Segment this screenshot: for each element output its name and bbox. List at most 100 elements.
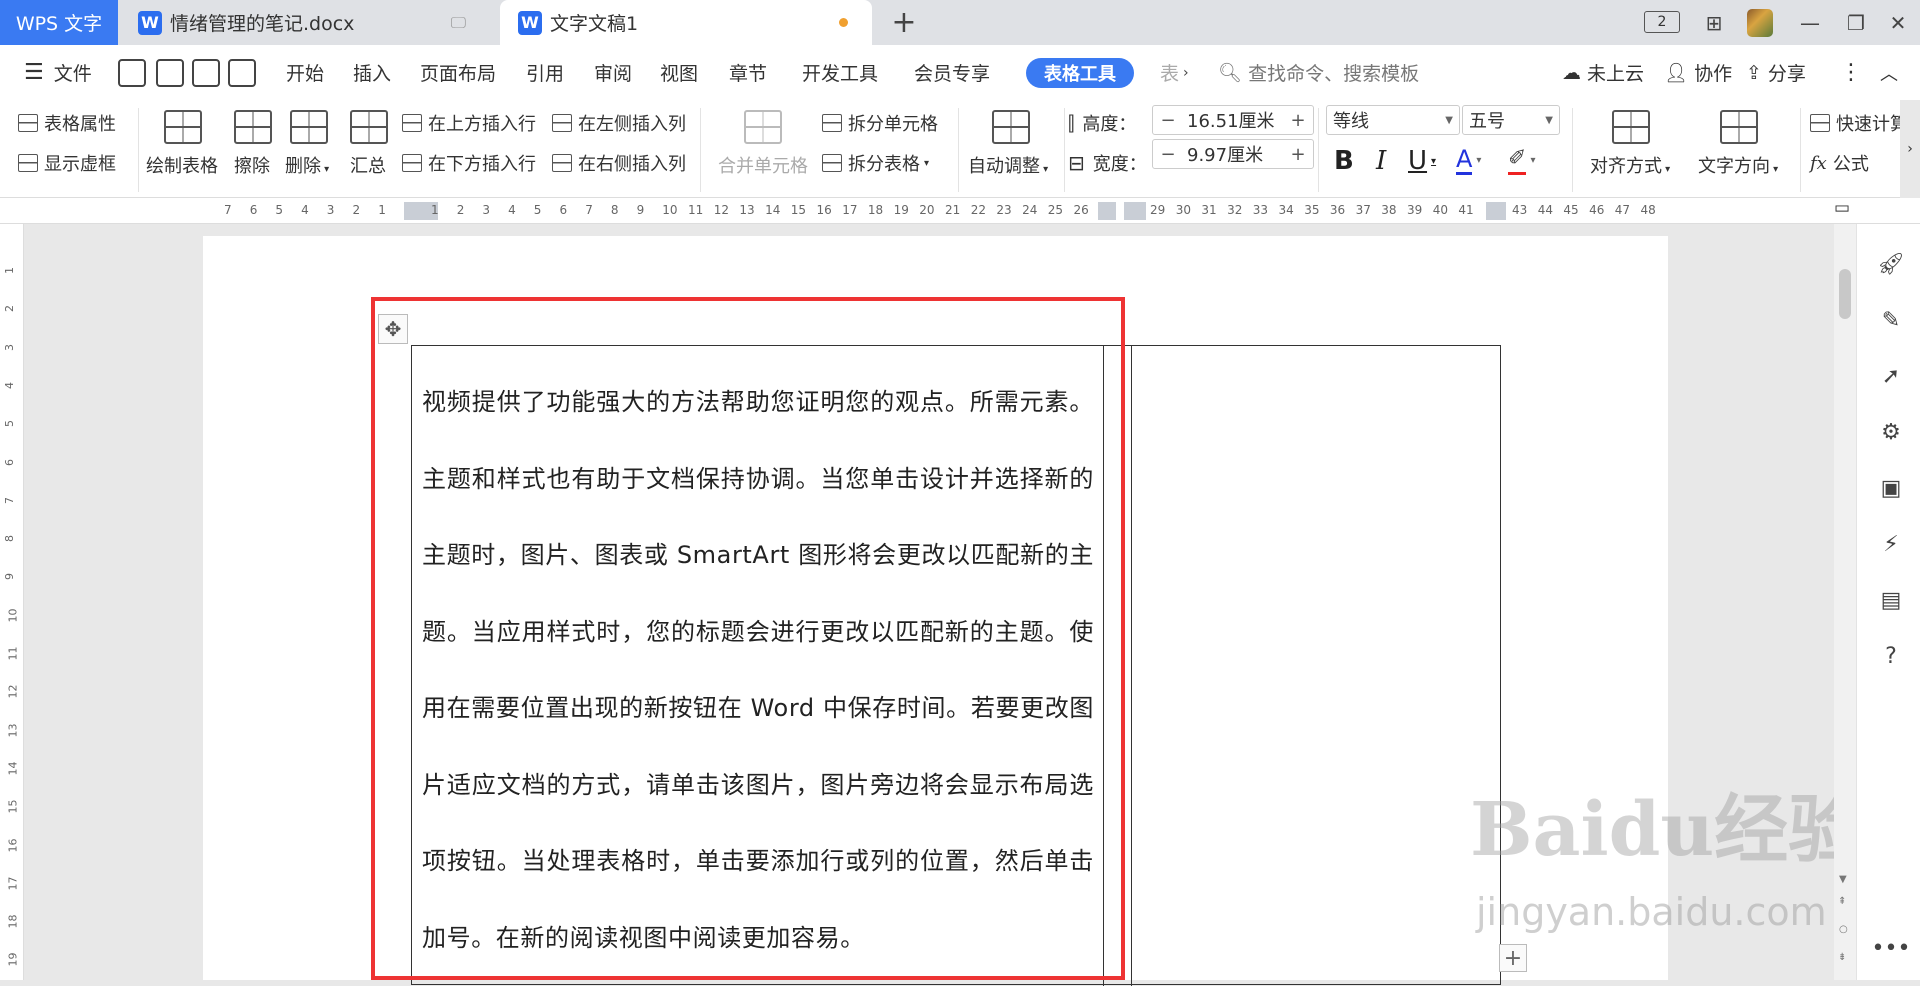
auto-fit-icon[interactable] <box>992 110 1030 144</box>
print-preview-icon[interactable] <box>228 59 256 87</box>
formula-button[interactable]: fx 公式 <box>1810 150 1869 176</box>
font-color-button[interactable]: A ▾ <box>1456 146 1481 175</box>
lightning-icon[interactable]: ⚡︎ <box>1879 532 1903 557</box>
tab-doc-notes[interactable]: W 情绪管理的笔记.docx 🖵 <box>120 0 496 45</box>
file-menu[interactable]: ☰ 文件 <box>24 45 92 100</box>
more-icon[interactable]: ⋮ <box>1840 45 1862 100</box>
new-tab-button[interactable]: + <box>886 4 922 40</box>
width-value[interactable]: 9.97厘米 <box>1183 141 1283 167</box>
draw-table-button[interactable]: 绘制表格 <box>146 152 218 178</box>
summary-button[interactable]: 汇总 <box>350 152 386 178</box>
ruler-number: 29 <box>1150 203 1166 217</box>
print-icon[interactable] <box>192 59 220 87</box>
insert-row-above-label: 在上方插入行 <box>428 114 536 135</box>
cloud-status[interactable]: ☁ 未上云 <box>1562 45 1644 100</box>
eraser-icon[interactable] <box>234 110 272 144</box>
menu-start[interactable]: 开始 <box>286 45 324 100</box>
scrollbar-thumb[interactable] <box>1839 269 1851 319</box>
menu-member[interactable]: 会员专享 <box>914 45 990 100</box>
book-search-icon[interactable]: ▤ <box>1879 588 1903 613</box>
chevron-down-icon: ▼ <box>1445 114 1453 126</box>
menu-references[interactable]: 引用 <box>526 45 564 100</box>
menu-insert[interactable]: 插入 <box>353 45 391 100</box>
insert-col-right-button[interactable]: 在右侧插入列 <box>552 150 686 176</box>
font-name-select[interactable]: 等线 ▼ <box>1326 105 1460 135</box>
italic-button[interactable]: I <box>1376 146 1386 176</box>
vertical-ruler[interactable]: 1 2 3 4 5 6 7 8 9 10 11 12 13 14 15 16 17 18 19 <box>0 224 24 980</box>
width-stepper[interactable]: − 9.97厘米 + <box>1152 139 1314 169</box>
app-tab[interactable]: WPS 文字 <box>0 0 118 45</box>
text-direction-button[interactable]: 文字方向 ▾ <box>1698 152 1778 178</box>
ribbon-scroll-right[interactable]: › <box>1900 100 1920 198</box>
split-cells-button[interactable]: 拆分单元格 <box>822 110 938 136</box>
text-direction-icon[interactable] <box>1720 110 1758 144</box>
tab-doc-active[interactable]: W 文字文稿1 <box>500 0 872 45</box>
menu-chapter[interactable]: 章节 <box>729 45 767 100</box>
window-count-badge[interactable]: 2 <box>1644 11 1680 33</box>
save-icon[interactable] <box>118 59 146 87</box>
align-button[interactable]: 对齐方式 ▾ <box>1590 152 1670 178</box>
menu-page-layout[interactable]: 页面布局 <box>420 45 496 100</box>
chevron-down-icon: ▾ <box>924 157 930 169</box>
command-search[interactable]: 🔍︎ 查找命令、搜索模板 <box>1218 45 1419 100</box>
underline-button[interactable]: U ▾ <box>1408 146 1436 176</box>
height-stepper[interactable]: − 16.51厘米 + <box>1152 105 1314 135</box>
width-increase[interactable]: + <box>1283 140 1313 168</box>
prev-page-icon[interactable]: ⇞ <box>1838 896 1846 907</box>
share-button[interactable]: ⇪ 分享 <box>1746 45 1806 100</box>
vertical-scrollbar[interactable]: ▼ ⇞ ○ ⇟ <box>1834 224 1856 980</box>
insert-row-above-button[interactable]: 在上方插入行 <box>402 110 536 136</box>
table-properties-button[interactable]: 表格属性 <box>18 110 116 136</box>
add-row-button[interactable]: + <box>1499 944 1527 972</box>
insert-row-below-button[interactable]: 在下方插入行 <box>402 150 536 176</box>
erase-button[interactable]: 擦除 <box>234 152 270 178</box>
close-icon[interactable]: ✕ <box>1876 0 1920 45</box>
sliders-icon[interactable]: ⚙ <box>1879 420 1903 445</box>
pen-icon[interactable]: ✎ <box>1879 308 1903 333</box>
menu-review[interactable]: 审阅 <box>594 45 632 100</box>
collapse-ribbon-icon[interactable]: ︿ <box>1880 45 1898 100</box>
collaborate-button[interactable]: 👤︎ 协作 <box>1664 45 1732 100</box>
align-icon[interactable] <box>1612 110 1650 144</box>
font-size-select[interactable]: 五号 ▼ <box>1462 105 1560 135</box>
scroll-down-icon[interactable]: ▼ <box>1839 874 1847 885</box>
split-table-button[interactable]: 拆分表格 ▾ <box>822 150 929 176</box>
delete-table-icon[interactable] <box>290 110 328 144</box>
page-select-icon[interactable]: ○ <box>1839 924 1848 935</box>
height-decrease[interactable]: − <box>1153 106 1183 134</box>
restore-icon[interactable]: ❐ <box>1834 0 1878 45</box>
menu-overflow[interactable]: 表 › <box>1160 45 1189 100</box>
width-decrease[interactable]: − <box>1153 140 1183 168</box>
ruler-number: 37 <box>1355 203 1371 217</box>
height-value[interactable]: 16.51厘米 <box>1183 107 1283 133</box>
avatar[interactable] <box>1747 9 1773 37</box>
ruler-toggle-icon[interactable]: ▭ <box>1834 198 1856 224</box>
help-icon[interactable]: ? <box>1879 644 1903 669</box>
merge-cells-button[interactable]: 合并单元格 <box>718 152 808 178</box>
image-edit-icon[interactable]: ▣ <box>1879 476 1903 501</box>
minimize-icon[interactable]: — <box>1788 0 1832 45</box>
summary-icon[interactable] <box>350 110 388 144</box>
grid-view-icon[interactable]: ⊞ <box>1692 0 1736 45</box>
ruler-number: 14 <box>765 203 781 217</box>
rocket-icon[interactable]: 🚀︎ <box>1877 252 1905 277</box>
menu-view[interactable]: 视图 <box>660 45 698 100</box>
bold-button[interactable]: B <box>1334 146 1354 176</box>
ruler-number: 18 <box>867 203 884 217</box>
show-gridlines-button[interactable]: 显示虚框 <box>18 150 116 176</box>
highlight-button[interactable]: ✐ ▾ <box>1508 146 1535 175</box>
delete-button[interactable]: 删除 ▾ <box>285 152 329 178</box>
auto-fit-button[interactable]: 自动调整 ▾ <box>968 152 1048 178</box>
horizontal-ruler[interactable]: 7654321 1 2 3 4 5 6 7 8 9 10 11 12 13 14 15 16 17 18 19 20 2… <box>0 198 1920 224</box>
menu-developer[interactable]: 开发工具 <box>802 45 878 100</box>
height-increase[interactable]: + <box>1283 106 1313 134</box>
cursor-icon[interactable]: ➚ <box>1879 364 1903 389</box>
quick-calc-button[interactable]: 快速计算 <box>1810 110 1908 136</box>
export-pdf-icon[interactable] <box>156 59 184 87</box>
merge-cells-icon[interactable] <box>744 110 782 144</box>
next-page-icon[interactable]: ⇟ <box>1838 952 1846 963</box>
draw-table-icon[interactable] <box>164 110 202 144</box>
insert-col-left-button[interactable]: 在左侧插入列 <box>552 110 686 136</box>
more-options-icon[interactable]: ••• <box>1872 936 1911 961</box>
tab-table-tools[interactable]: 表格工具 <box>1026 58 1134 88</box>
